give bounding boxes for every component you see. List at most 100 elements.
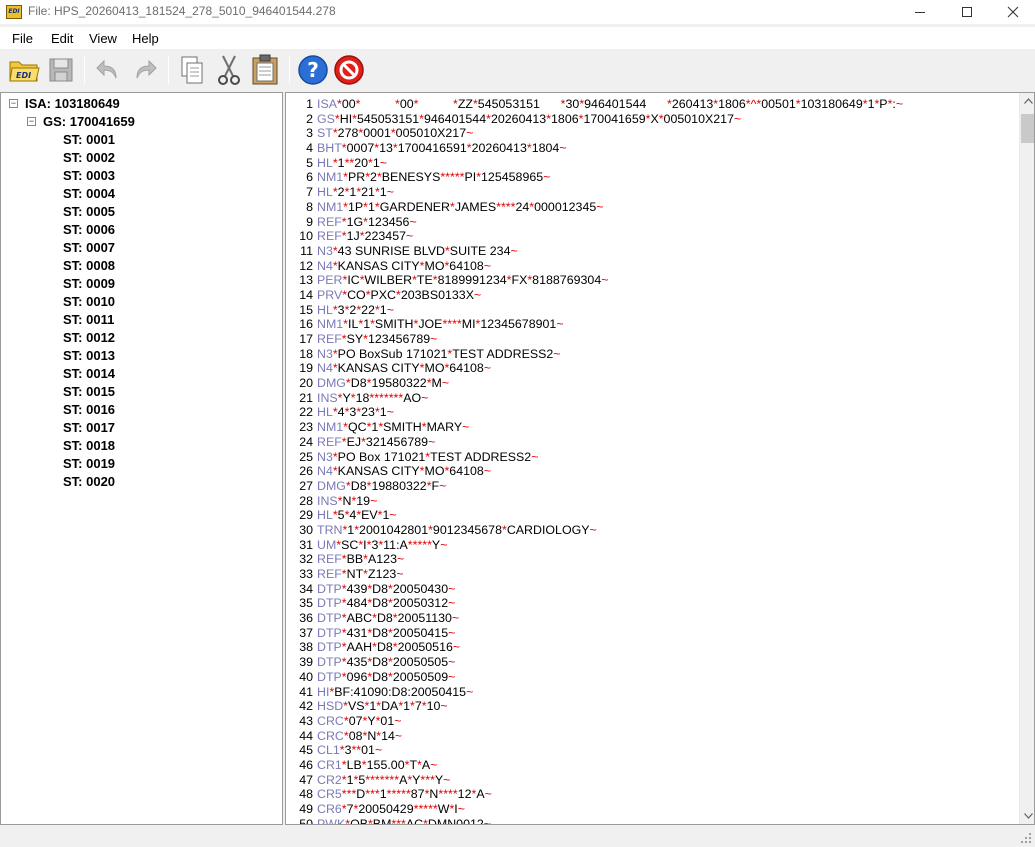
line-number: 2 (306, 111, 313, 126)
open-edi-button[interactable]: EDI (7, 53, 41, 87)
segment-id: PWK (317, 816, 346, 825)
editor-line: 44 CRC*08*N*14~ (286, 729, 1016, 744)
editor-line: 3 ST*278*0001*005010X217~ (286, 126, 1016, 141)
editor-line: 42 HSD*VS*1*DA*1*7*10~ (286, 699, 1016, 714)
segment-id: NM1 (317, 317, 344, 332)
close-button[interactable] (990, 0, 1035, 24)
editor-line: 5 HL*1**20*1~ (286, 156, 1016, 171)
tree-node-st[interactable]: ST: 0005 (63, 203, 115, 221)
line-number: 29 (299, 508, 313, 523)
editor-line: 15 HL*3*2*22*1~ (286, 303, 1016, 318)
line-number: 16 (299, 317, 313, 332)
undo-button[interactable] (91, 53, 125, 87)
menu-view[interactable]: View (89, 31, 117, 46)
scroll-down-button[interactable] (1020, 808, 1034, 824)
toolbar: EDI ? (0, 50, 1035, 90)
editor-line: 6 NM1*PR*2*BENESYS*****PI*125458965~ (286, 170, 1016, 185)
open-folder-icon: EDI (9, 61, 40, 82)
resize-grip-icon[interactable] (1020, 832, 1032, 844)
copy-button[interactable] (175, 53, 209, 87)
segment-id: N3 (317, 346, 333, 361)
stop-button[interactable] (332, 53, 366, 87)
editor-line: 4 BHT*0007*13*1700416591*20260413*1804~ (286, 141, 1016, 156)
line-number: 20 (299, 376, 313, 391)
redo-icon (136, 59, 157, 79)
tree-node-st[interactable]: ST: 0009 (63, 275, 115, 293)
tree-node-st[interactable]: ST: 0014 (63, 365, 115, 383)
tree-node-st[interactable]: ST: 0020 (63, 473, 115, 491)
editor-line: 24 REF*EJ*321456789~ (286, 435, 1016, 450)
minimize-button[interactable] (897, 0, 943, 24)
segment-id: DTP (317, 640, 342, 655)
segment-id: DMG (317, 376, 346, 391)
tree-node-st[interactable]: ST: 0006 (63, 221, 115, 239)
editor-line: 46 CR1*LB*155.00*T*A~ (286, 758, 1016, 773)
tree-node-st[interactable]: ST: 0001 (63, 131, 115, 149)
chevron-up-icon (1023, 98, 1033, 104)
undo-icon (96, 59, 117, 79)
segment-id: HL (317, 405, 333, 420)
editor-line: 9 REF*1G*123456~ (286, 215, 1016, 230)
segment-id: CL1 (317, 743, 340, 758)
paste-button[interactable] (248, 53, 282, 87)
tree-node-st[interactable]: ST: 0008 (63, 257, 115, 275)
segment-id: NM1 (317, 170, 344, 185)
collapse-icon[interactable]: − (27, 117, 36, 126)
editor-line: 34 DTP*439*D8*20050430~ (286, 582, 1016, 597)
line-number: 3 (306, 126, 313, 141)
title-bar: EDI File: HPS_20260413_181524_278_5010_9… (0, 0, 1035, 24)
tree-node-st[interactable]: ST: 0010 (63, 293, 115, 311)
tree-node-st[interactable]: ST: 0019 (63, 455, 115, 473)
line-number: 1 (306, 97, 313, 111)
segment-id: CR6 (317, 802, 342, 816)
editor-line: 2 GS*HI*545053151*946401544*20260413*1806… (286, 112, 1016, 127)
segment-id: DTP (317, 655, 342, 670)
collapse-icon[interactable]: − (9, 99, 18, 108)
toolbar-separator (289, 56, 290, 84)
tree-node-st[interactable]: ST: 0011 (63, 311, 114, 329)
editor-lines: 1 ISA*00* *00* *ZZ*545053151 *30*94640154… (286, 97, 1016, 825)
tree-node-st[interactable]: ST: 0016 (63, 401, 115, 419)
segment-id: N3 (317, 243, 333, 258)
line-number: 38 (299, 640, 313, 655)
save-button[interactable] (44, 53, 78, 87)
edi-text-editor[interactable]: 1 ISA*00* *00* *ZZ*545053151 *30*94640154… (285, 92, 1035, 825)
tree-node-st[interactable]: ST: 0003 (63, 167, 115, 185)
toolbar-separator (84, 56, 85, 84)
editor-line: 49 CR6*7*20050429*****W*I~ (286, 802, 1016, 817)
line-number: 49 (299, 802, 313, 816)
editor-line: 43 CRC*07*Y*01~ (286, 714, 1016, 729)
clipboard-icon (252, 54, 278, 85)
menu-help[interactable]: Help (132, 31, 159, 46)
line-number: 37 (299, 625, 313, 640)
maximize-button[interactable] (944, 0, 990, 24)
editor-line: 16 NM1*IL*1*SMITH*JOE****MI*12345678901~ (286, 317, 1016, 332)
help-button[interactable]: ? (296, 53, 330, 87)
editor-line: 41 HI*BF:41090:D8:20050415~ (286, 685, 1016, 700)
line-number: 14 (299, 287, 313, 302)
tree-node-st[interactable]: ST: 0015 (63, 383, 115, 401)
tree-node-st[interactable]: ST: 0013 (63, 347, 115, 365)
redo-button[interactable] (128, 53, 162, 87)
cut-button[interactable] (212, 53, 246, 87)
tree-node-st[interactable]: ST: 0002 (63, 149, 115, 167)
tree-node-st[interactable]: ST: 0007 (63, 239, 115, 257)
segment-id: NM1 (317, 199, 344, 214)
editor-line: 22 HL*4*3*23*1~ (286, 405, 1016, 420)
tree-node-st[interactable]: ST: 0004 (63, 185, 115, 203)
menu-file[interactable]: File (12, 31, 33, 46)
segment-id: HSD (317, 699, 344, 714)
tree-node-st[interactable]: ST: 0017 (63, 419, 115, 437)
document-tree[interactable]: − ISA: 103180649 − GS: 170041659 ST: 000… (0, 92, 283, 825)
vertical-scrollbar[interactable] (1019, 93, 1034, 824)
tree-node-st[interactable]: ST: 0018 (63, 437, 115, 455)
scroll-up-button[interactable] (1020, 93, 1034, 109)
segment-id: GS (317, 111, 335, 126)
menu-edit[interactable]: Edit (51, 31, 73, 46)
scrollbar-thumb[interactable] (1021, 114, 1034, 143)
segment-id: NM1 (317, 420, 344, 435)
tree-node-st[interactable]: ST: 0012 (63, 329, 115, 347)
status-bar (0, 826, 1035, 847)
editor-line: 20 DMG*D8*19580322*M~ (286, 376, 1016, 391)
segment-id: HL (317, 302, 333, 317)
